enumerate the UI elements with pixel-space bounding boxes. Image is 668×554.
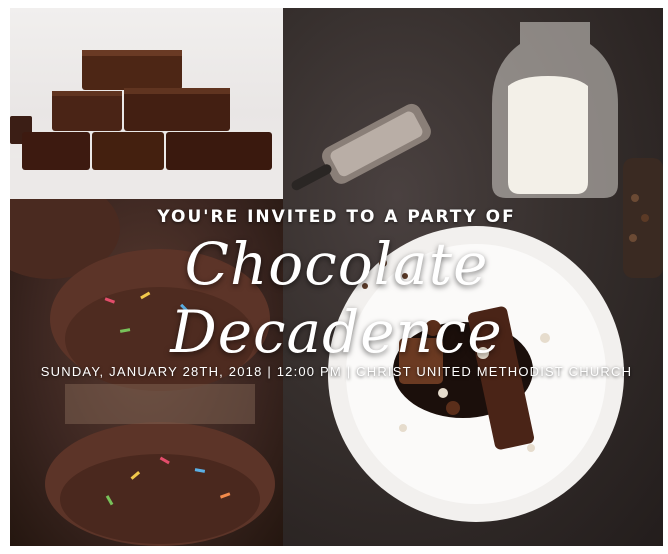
invitation-text: YOU'RE INVITED TO A PARTY OF Chocolate D… (10, 8, 663, 546)
invitation-card: YOU'RE INVITED TO A PARTY OF Chocolate D… (10, 8, 663, 546)
invite-intro: YOU'RE INVITED TO A PARTY OF (157, 207, 516, 227)
event-details: SUNDAY, JANUARY 28TH, 2018 | 12:00 PM | … (40, 364, 633, 379)
event-title: Chocolate Decadence (170, 230, 503, 366)
